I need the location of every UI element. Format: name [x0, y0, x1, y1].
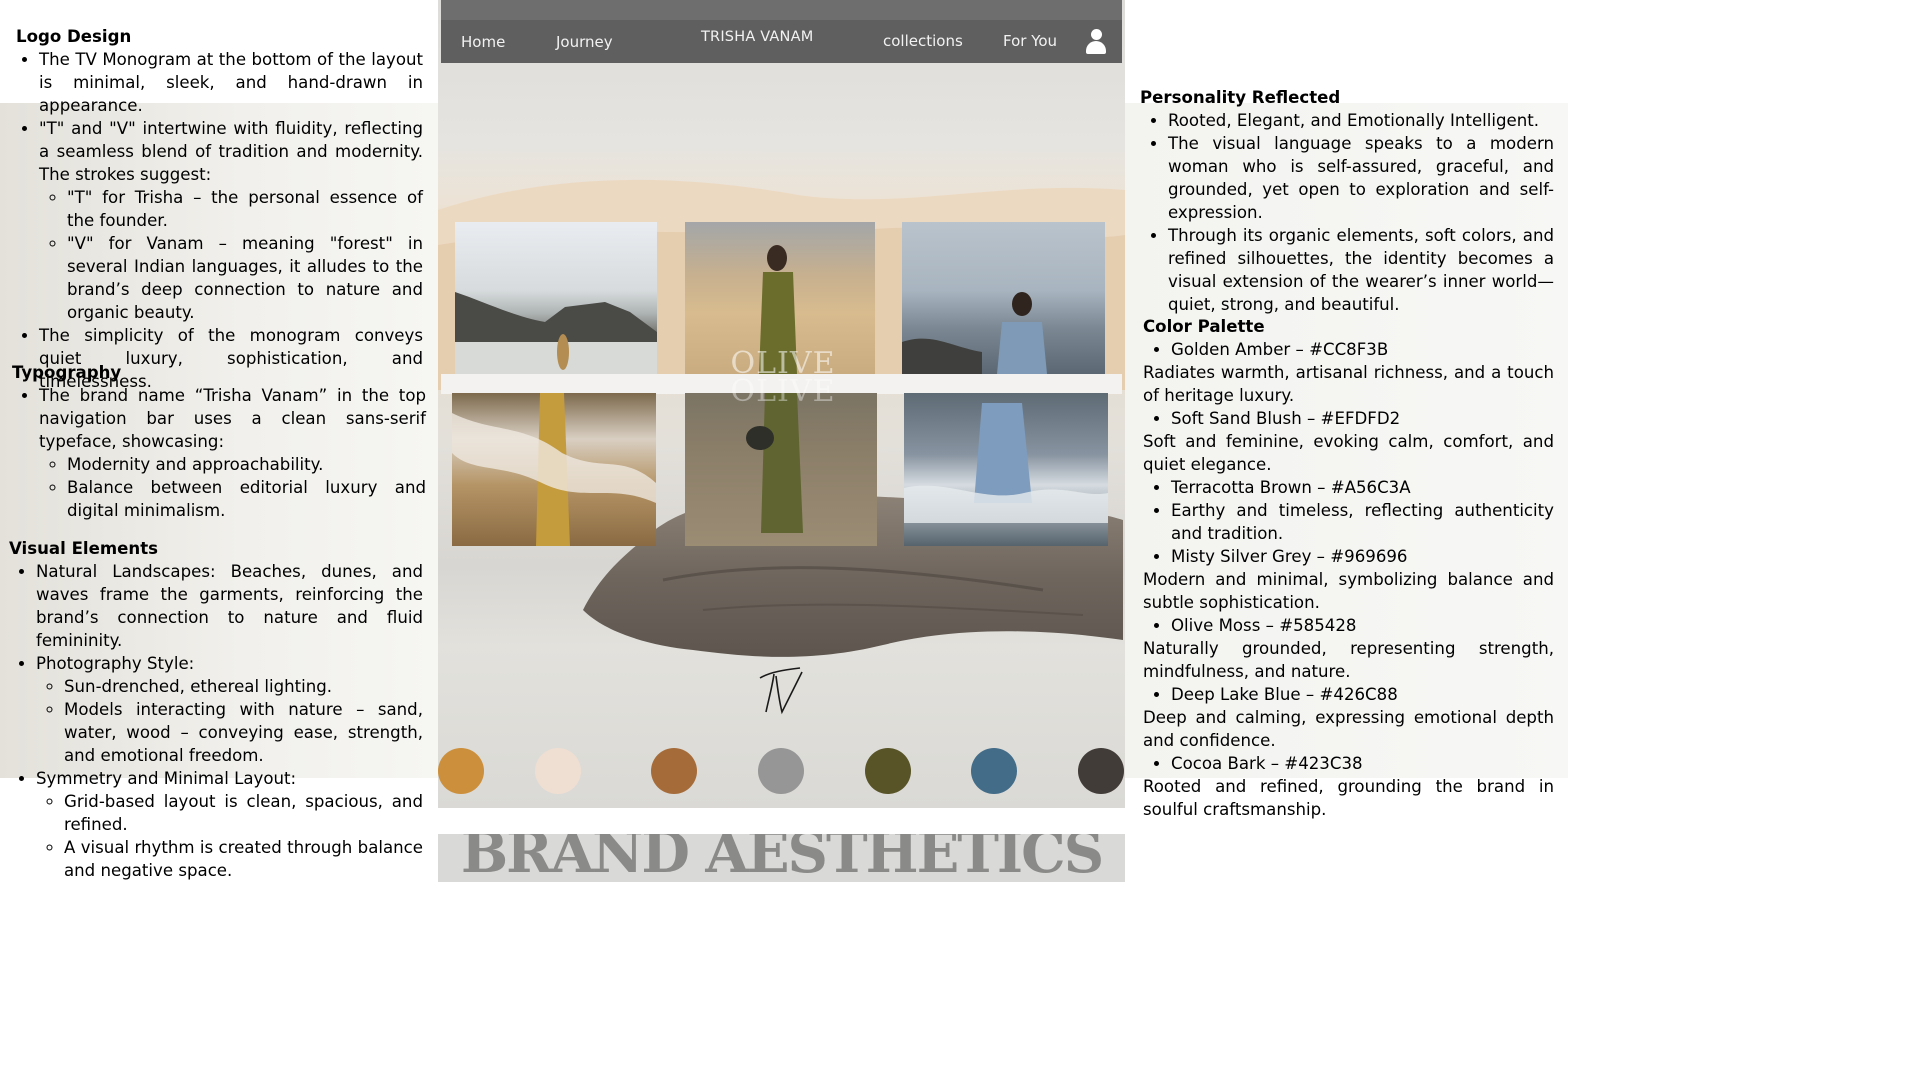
palette-color-description: Modern and minimal, symbolizing balance …	[1143, 570, 1554, 612]
palette-color-description: Radiates warmth, artisanal richness, and…	[1143, 363, 1554, 405]
palette-color-description: Soft and feminine, evoking calm, comfort…	[1143, 432, 1554, 474]
photo-olive-dress-sand	[685, 393, 877, 546]
nav-for-you-link[interactable]: For You	[1003, 32, 1057, 50]
user-icon[interactable]	[1086, 29, 1106, 55]
palette-color-item: Olive Moss – #585428	[1171, 614, 1554, 637]
logo-design-section: Logo Design The TV Monogram at the botto…	[16, 25, 423, 393]
palette-color-description: Naturally grounded, representing strengt…	[1143, 639, 1554, 681]
color-swatch	[651, 748, 697, 794]
color-swatch	[535, 748, 581, 794]
color-swatch	[438, 748, 484, 794]
color-palette-heading: Color Palette	[1143, 317, 1265, 336]
palette-color-item: Soft Sand Blush – #EFDFD2	[1171, 407, 1554, 430]
nav-home-link[interactable]: Home	[461, 33, 505, 51]
logo-design-bullet: "T" and "V" intertwine with fluidity, re…	[39, 117, 423, 324]
personality-section: Personality Reflected Rooted, Elegant, a…	[1140, 86, 1554, 316]
photo-golden-model-waves	[452, 393, 656, 546]
typography-heading: Typography	[12, 363, 122, 382]
visual-elements-bullet: Photography Style: Sun-drenched, etherea…	[36, 652, 423, 767]
palette-color-item: Golden Amber – #CC8F3B	[1171, 338, 1554, 361]
palette-color-item: Cocoa Bark – #423C38	[1171, 752, 1554, 775]
logo-design-bullet: The TV Monogram at the bottom of the lay…	[39, 48, 423, 117]
palette-color-description: Deep and calming, expressing emotional d…	[1143, 708, 1554, 750]
palette-color-item: Terracotta Brown – #A56C3A	[1171, 476, 1554, 499]
nav-journey-link[interactable]: Journey	[556, 33, 613, 51]
typography-section: Typography The brand name “Trisha Vanam”…	[12, 361, 426, 522]
tv-monogram-logo	[759, 667, 803, 715]
visual-elements-subbullet: Models interacting with nature – sand, w…	[64, 698, 423, 767]
typography-subbullet: Balance between editorial luxury and dig…	[67, 476, 426, 522]
logo-design-heading: Logo Design	[16, 27, 132, 46]
visual-elements-subbullet: Grid-based layout is clean, spacious, an…	[64, 790, 423, 836]
palette-color-description: Rooted and refined, grounding the brand …	[1143, 777, 1554, 819]
photo-blue-model-sea	[902, 222, 1105, 374]
personality-bullet: Rooted, Elegant, and Emotionally Intelli…	[1168, 109, 1554, 132]
palette-color-item: Misty Silver Grey – #969696	[1171, 545, 1554, 568]
visual-elements-bullet: Natural Landscapes: Beaches, dunes, and …	[36, 560, 423, 652]
logo-design-subbullet: "V" for Vanam – meaning "forest" in seve…	[67, 232, 423, 324]
photo-beach-rocks	[455, 222, 657, 374]
visual-elements-subbullet: A visual rhythm is created through balan…	[64, 836, 423, 882]
personality-bullet: The visual language speaks to a modern w…	[1168, 132, 1554, 224]
personality-bullet: Through its organic elements, soft color…	[1168, 224, 1554, 316]
logo-design-subbullet: "T" for Trisha – the personal essence of…	[67, 186, 423, 232]
color-swatch	[971, 748, 1017, 794]
visual-elements-subbullet: Sun-drenched, ethereal lighting.	[64, 675, 423, 698]
palette-color-item: Deep Lake Blue – #426C88	[1171, 683, 1554, 706]
personality-heading: Personality Reflected	[1140, 88, 1341, 107]
photo-blue-dress-waves	[904, 393, 1108, 546]
visual-elements-section: Visual Elements Natural Landscapes: Beac…	[9, 537, 423, 882]
typography-subbullet: Modernity and approachability.	[67, 453, 426, 476]
brand-aesthetics-title-banner: BRAND AESTHETICS	[438, 834, 1125, 882]
brand-name[interactable]: TRISHA VANAM	[701, 29, 813, 45]
color-swatch	[865, 748, 911, 794]
moodboard: OLIVE OLIVE Home Journey TRISHA VANAM co…	[438, 0, 1125, 808]
top-navigation-bar: Home Journey TRISHA VANAM collections Fo…	[441, 0, 1122, 63]
page-title: BRAND AESTHETICS	[460, 834, 1104, 882]
olive-overlay-text: OLIVE OLIVE	[730, 346, 836, 409]
visual-elements-bullet: Symmetry and Minimal Layout: Grid-based …	[36, 767, 423, 882]
nav-collections-link[interactable]: collections	[883, 32, 963, 50]
color-palette-section: Color Palette Golden Amber – #CC8F3B Rad…	[1143, 315, 1554, 821]
color-swatch	[758, 748, 804, 794]
color-swatch	[1078, 748, 1124, 794]
visual-elements-heading: Visual Elements	[9, 539, 159, 558]
typography-bullet: The brand name “Trisha Vanam” in the top…	[39, 384, 426, 522]
palette-color-description: Earthy and timeless, reflecting authenti…	[1171, 499, 1554, 545]
